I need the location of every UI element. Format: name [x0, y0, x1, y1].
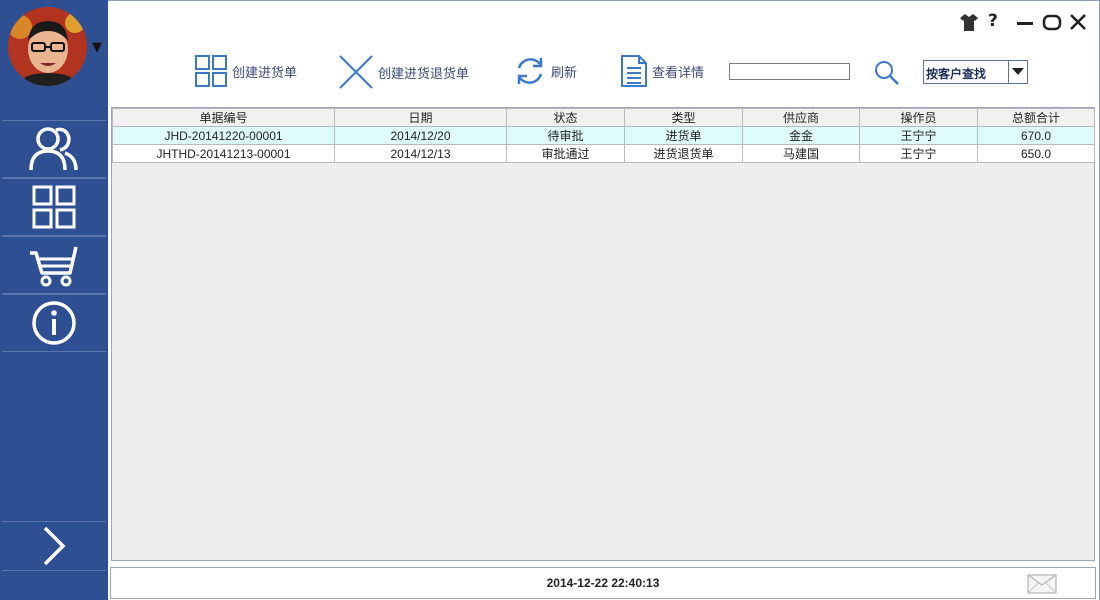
- table-cell: JHD-20141220-00001: [112, 126, 335, 145]
- cross-icon: [339, 55, 373, 89]
- avatar-icon: [8, 7, 87, 86]
- close-icon: [1070, 14, 1086, 30]
- table-row[interactable]: JHTHD-20141213-00001 2014/12/13 审批通过 进货退…: [112, 144, 1095, 163]
- status-datetime: 2014-12-22 22:40:13: [546, 576, 660, 590]
- table-header-row: 单据编号 日期 状态 类型 供应商 操作员 总额合计: [112, 108, 1095, 127]
- column-header[interactable]: 状态: [506, 108, 625, 127]
- help-icon: ?: [988, 11, 998, 31]
- search-input[interactable]: [729, 63, 850, 80]
- info-icon: [32, 301, 76, 345]
- main-panel: ? 创建进货单 创建进货退货单 刷新 查看详情 按客户查找 单据编号 日期 状态…: [108, 0, 1100, 600]
- view-detail-button[interactable]: 查看详情: [620, 54, 704, 88]
- help-button[interactable]: ?: [988, 11, 998, 31]
- chevron-down-icon: [1012, 68, 1024, 75]
- document-icon: [621, 55, 647, 87]
- search-button[interactable]: [874, 60, 900, 90]
- table-cell: JHTHD-20141213-00001: [112, 144, 335, 163]
- search-mode-value: 按客户查找: [926, 67, 987, 81]
- refresh-icon: [517, 58, 543, 84]
- sidebar-item-modules[interactable]: [2, 178, 106, 236]
- orders-table: 单据编号 日期 状态 类型 供应商 操作员 总额合计 JHD-20141220-…: [111, 107, 1095, 561]
- sidebar-item-purchase[interactable]: [2, 236, 106, 294]
- column-header[interactable]: 供应商: [742, 108, 860, 127]
- view-detail-label: 查看详情: [652, 64, 705, 80]
- mail-icon: [1027, 574, 1057, 594]
- avatar-menu-caret-icon[interactable]: ▼: [92, 40, 102, 55]
- table-cell: 王宁宁: [859, 126, 978, 145]
- table-cell: 待审批: [506, 126, 625, 145]
- table-cell: 650.0: [977, 144, 1095, 163]
- skin-icon: [960, 14, 978, 31]
- table-cell: 进货单: [624, 126, 743, 145]
- skin-button[interactable]: [959, 12, 979, 36]
- table-row[interactable]: JHD-20141220-00001 2014/12/20 待审批 进货单 金金…: [112, 126, 1095, 145]
- refresh-button[interactable]: 刷新: [513, 54, 577, 88]
- create-purchase-button[interactable]: 创建进货单: [194, 54, 297, 88]
- sidebar-item-info[interactable]: [2, 294, 106, 352]
- user-avatar[interactable]: [8, 7, 87, 86]
- table-cell: 670.0: [977, 126, 1095, 145]
- orders-grid: 单据编号 日期 状态 类型 供应商 操作员 总额合计 JHD-20141220-…: [112, 108, 1095, 163]
- sidebar-item-users[interactable]: [2, 120, 106, 178]
- table-cell: 2014/12/20: [334, 126, 507, 145]
- create-return-button[interactable]: 创建进货退货单: [338, 54, 469, 90]
- table-cell: 金金: [742, 126, 860, 145]
- status-bar: 2014-12-22 22:40:13: [110, 567, 1096, 599]
- minimize-icon: [1017, 22, 1033, 25]
- create-purchase-label: 创建进货单: [232, 64, 298, 80]
- table-cell: 王宁宁: [859, 144, 978, 163]
- sidebar-expand-button[interactable]: [2, 521, 106, 571]
- grid-icon: [32, 185, 76, 229]
- maximize-icon: [1042, 14, 1062, 31]
- cart-icon: [30, 246, 78, 287]
- table-cell: 2014/12/13: [334, 144, 507, 163]
- users-icon: [29, 127, 78, 171]
- minimize-button[interactable]: [1016, 12, 1034, 36]
- column-header[interactable]: 单据编号: [112, 108, 335, 127]
- column-header[interactable]: 日期: [334, 108, 507, 127]
- column-header[interactable]: 操作员: [859, 108, 978, 127]
- maximize-button[interactable]: [1042, 12, 1062, 36]
- refresh-label: 刷新: [551, 64, 578, 80]
- search-mode-select[interactable]: 按客户查找: [923, 60, 1028, 84]
- dropdown-arrow[interactable]: [1008, 61, 1027, 83]
- close-button[interactable]: [1068, 12, 1088, 36]
- table-cell: 进货退货单: [624, 144, 743, 163]
- table-cell: 审批通过: [506, 144, 625, 163]
- column-header[interactable]: 总额合计: [977, 108, 1095, 127]
- search-icon: [875, 61, 899, 85]
- create-return-label: 创建进货退货单: [378, 65, 470, 81]
- mail-button[interactable]: [1027, 574, 1057, 598]
- grid-icon: [195, 55, 227, 87]
- column-header[interactable]: 类型: [624, 108, 743, 127]
- sidebar: ▼: [0, 0, 108, 600]
- table-cell: 马建国: [742, 144, 860, 163]
- chevron-right-icon: [43, 526, 66, 566]
